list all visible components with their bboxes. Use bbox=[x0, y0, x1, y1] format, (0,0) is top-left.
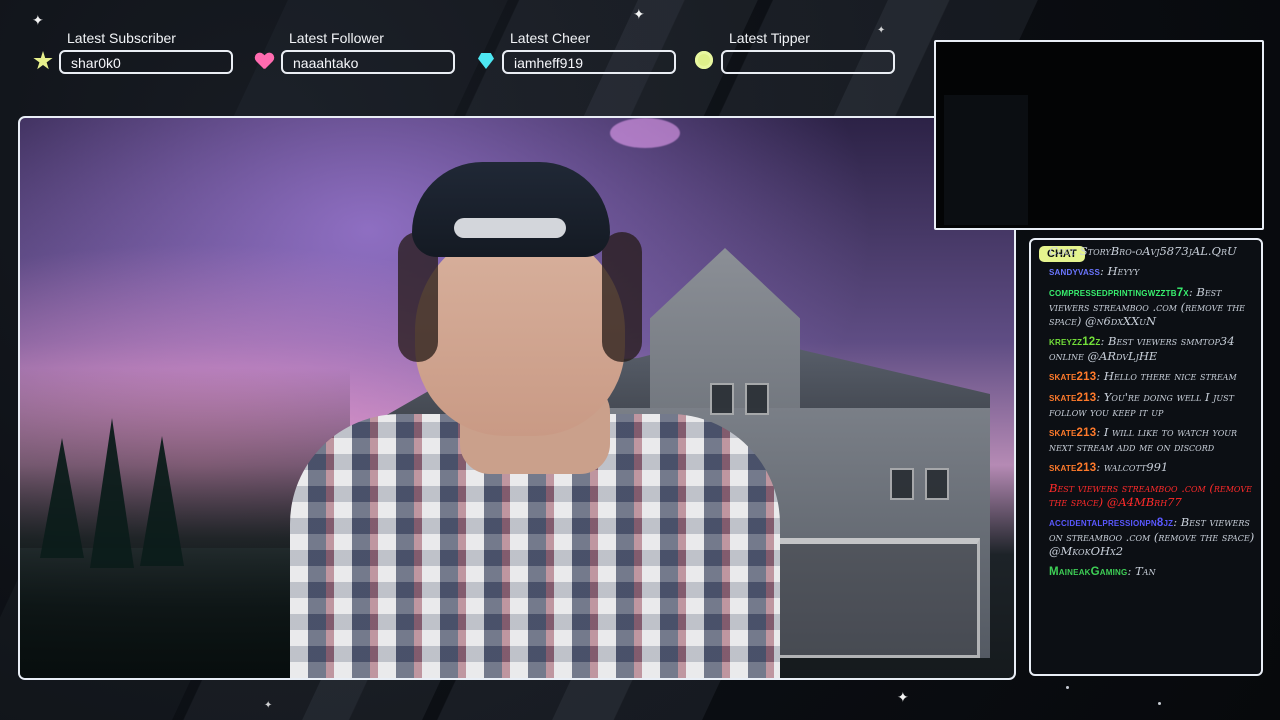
chat-separator: : bbox=[1096, 425, 1104, 439]
star-icon bbox=[33, 51, 53, 71]
widget-label: Latest Cheer bbox=[510, 30, 591, 46]
backward-cap bbox=[412, 162, 610, 257]
chat-text: Hello there nice stream bbox=[1103, 369, 1237, 383]
main-camera-frame bbox=[18, 116, 1016, 680]
widget-value-pill: shar0k0 bbox=[59, 50, 233, 74]
chat-message: skate213: walcott991 bbox=[1049, 460, 1255, 475]
widget-value: naaahtako bbox=[293, 55, 359, 71]
star-dot bbox=[1158, 702, 1161, 705]
chat-username[interactable]: MaineakGaming bbox=[1049, 566, 1127, 578]
widget-value: shar0k0 bbox=[71, 55, 121, 71]
chat-text: Cool StoryBro-oAvj5873jAL.QrU bbox=[1049, 244, 1237, 258]
cap-strap bbox=[454, 218, 566, 238]
chat-separator: : bbox=[1100, 264, 1108, 278]
sparkle-icon: ✦ bbox=[32, 13, 44, 29]
chat-username[interactable]: accidentalpressionpn8jz bbox=[1049, 517, 1173, 529]
chat-message: accidentalpressionpn8jz: Best viewers on… bbox=[1049, 515, 1255, 558]
chat-message: skate213: You're doing well I just follo… bbox=[1049, 390, 1255, 419]
secondary-camera-frame bbox=[934, 40, 1264, 230]
chat-message: kreyzz12z: Best viewers smmtop34 online … bbox=[1049, 334, 1255, 363]
widget-value-pill: naaahtako bbox=[281, 50, 455, 74]
chat-separator: : bbox=[1096, 390, 1104, 404]
widget-value: iamheff919 bbox=[514, 55, 584, 71]
chat-text: Best viewers streamboo .com (remove the … bbox=[1049, 481, 1252, 509]
widget-value-pill: iamheff919 bbox=[502, 50, 676, 74]
chat-username[interactable]: skate213 bbox=[1049, 371, 1096, 383]
chat-username[interactable]: sandyvass bbox=[1049, 266, 1100, 278]
sparkle-icon: ✦ bbox=[897, 690, 909, 706]
widget-label: Latest Tipper bbox=[729, 30, 810, 46]
chat-separator: : bbox=[1100, 334, 1109, 348]
chat-separator: : bbox=[1127, 564, 1135, 578]
widget-label: Latest Follower bbox=[289, 30, 384, 46]
chat-text: Heyyy bbox=[1107, 264, 1140, 278]
chat-text: Tan bbox=[1135, 564, 1156, 578]
tree bbox=[40, 438, 84, 558]
chat-message: skate213: I will like to watch your next… bbox=[1049, 425, 1255, 454]
chat-separator: : bbox=[1096, 369, 1104, 383]
chat-username[interactable]: compressedprintingwzztb7x bbox=[1049, 287, 1189, 299]
chat-username[interactable]: skate213 bbox=[1049, 392, 1096, 404]
widget-label: Latest Subscriber bbox=[67, 30, 176, 46]
chat-username[interactable]: kreyzz12z bbox=[1049, 336, 1100, 348]
house-window bbox=[925, 468, 949, 500]
streamer bbox=[290, 144, 780, 678]
coin-icon bbox=[695, 51, 715, 71]
star-dot bbox=[1066, 686, 1069, 689]
sparkle-icon: ✦ bbox=[633, 7, 645, 23]
sparkle-icon: ✦ bbox=[877, 25, 886, 36]
chat-message-list[interactable]: Cool StoryBro-oAvj5873jAL.QrU sandyvass: … bbox=[1049, 240, 1255, 668]
sparkle-icon: ✦ bbox=[264, 700, 273, 711]
stream-overlay-stage: ✦ ✦ ✦ ✦ ✦ Latest Subscriber shar0k0 Late… bbox=[0, 0, 1280, 720]
heart-icon bbox=[255, 51, 275, 71]
chat-username[interactable]: skate213 bbox=[1049, 427, 1096, 439]
house-window bbox=[890, 468, 914, 500]
head bbox=[415, 226, 625, 436]
chat-text: walcott991 bbox=[1103, 460, 1169, 474]
chat-separator: : bbox=[1096, 460, 1104, 474]
chat-username[interactable]: skate213 bbox=[1049, 462, 1096, 474]
chat-message: MaineakGaming: Tan bbox=[1049, 564, 1255, 579]
chat-message: sandyvass: Heyyy bbox=[1049, 264, 1255, 279]
chat-message: Best viewers streamboo .com (remove the … bbox=[1049, 481, 1255, 509]
tree bbox=[90, 418, 134, 568]
tree bbox=[140, 436, 184, 566]
chat-message: skate213: Hello there nice stream bbox=[1049, 369, 1255, 384]
chat-separator: : bbox=[1173, 515, 1181, 529]
chat-message: Cool StoryBro-oAvj5873jAL.QrU bbox=[1049, 244, 1255, 258]
chat-message: compressedprintingwzztb7x: Best viewers … bbox=[1049, 285, 1255, 328]
chat-panel: CHAT Cool StoryBro-oAvj5873jAL.QrU sandyv… bbox=[1029, 238, 1263, 676]
widget-value-pill bbox=[721, 50, 895, 74]
hair-right bbox=[602, 232, 642, 362]
diamond-icon bbox=[476, 51, 496, 71]
secondary-camera-feed bbox=[944, 95, 1028, 225]
